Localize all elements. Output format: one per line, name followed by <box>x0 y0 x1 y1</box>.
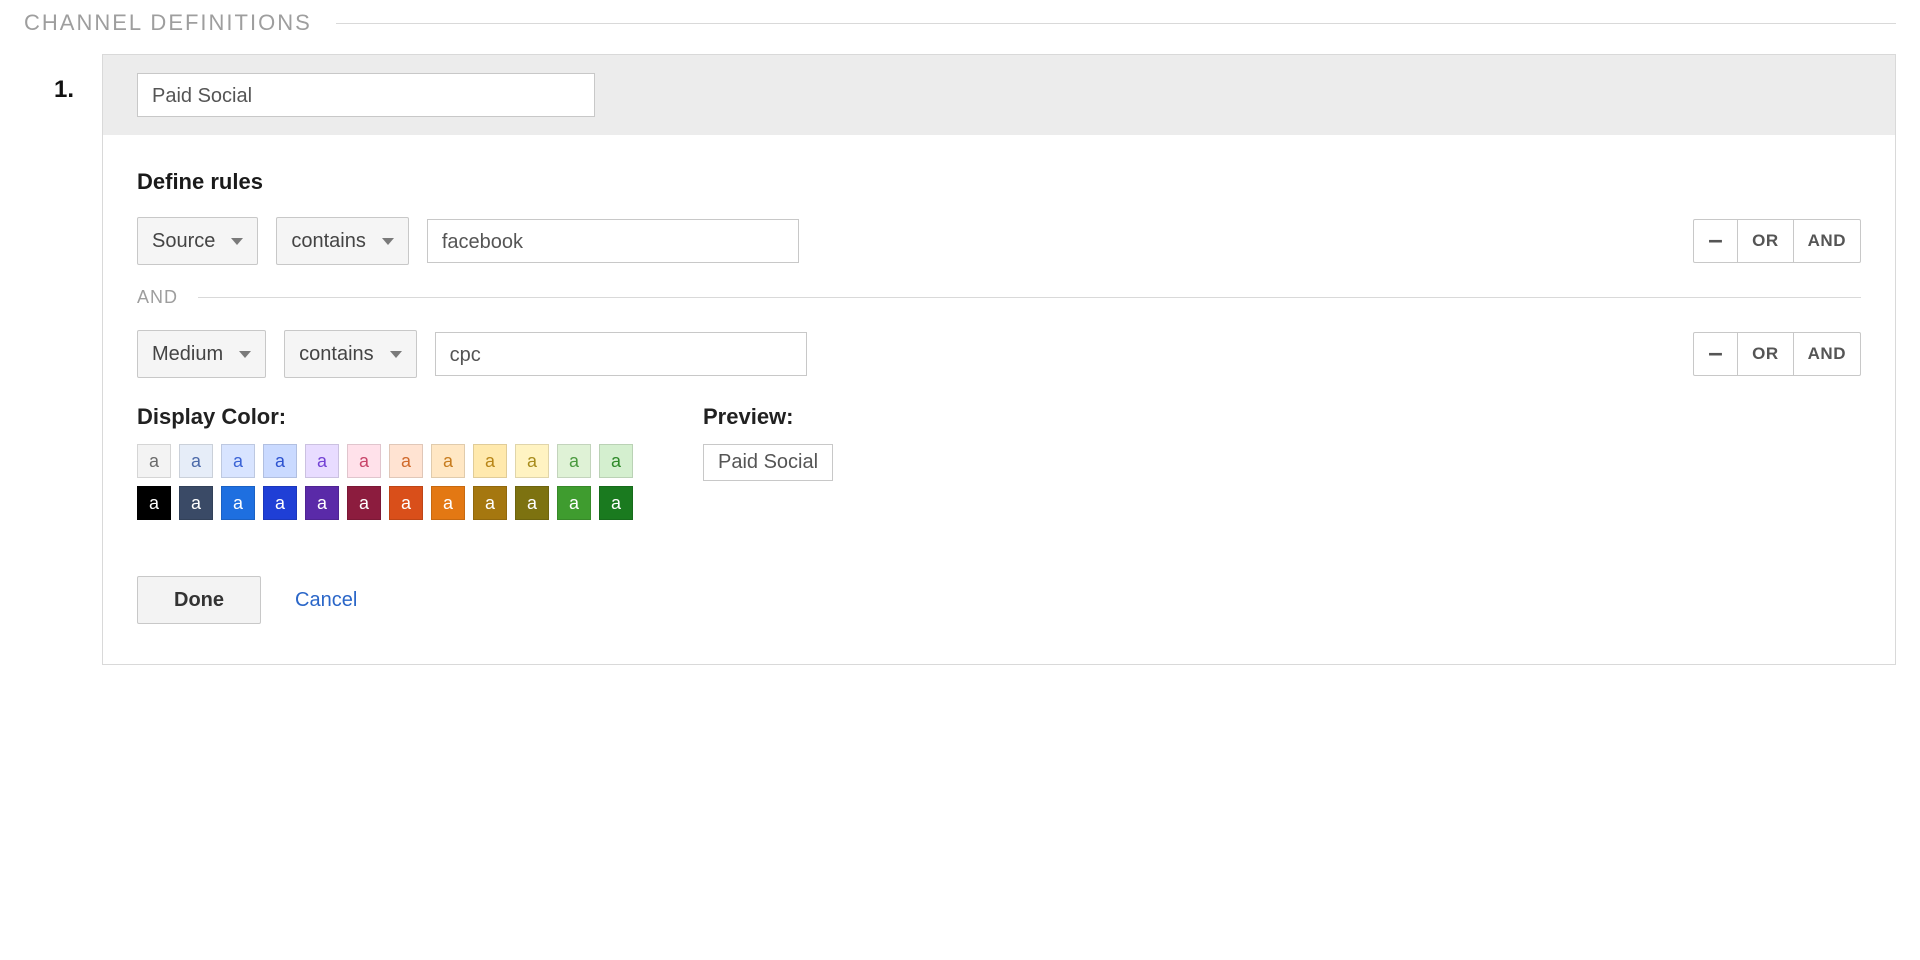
color-swatch[interactable]: a <box>431 486 465 520</box>
channel-name-input[interactable]: Paid Social <box>137 73 595 117</box>
color-swatch[interactable]: a <box>137 486 171 520</box>
preview-chip: Paid Social <box>703 444 833 481</box>
rule-button-group: – OR AND <box>1693 219 1861 263</box>
panel-footer: Done Cancel <box>137 576 1861 624</box>
color-swatch[interactable]: a <box>347 486 381 520</box>
rule-row: Medium contains cpc – OR AND <box>137 330 1861 378</box>
color-swatch[interactable]: a <box>179 486 213 520</box>
color-swatch[interactable]: a <box>431 444 465 478</box>
rule-button-group: – OR AND <box>1693 332 1861 376</box>
channel-panel: Paid Social Define rules Source contains… <box>102 54 1896 665</box>
rule-joiner: AND <box>137 287 1861 308</box>
joiner-label: AND <box>137 287 178 308</box>
and-button[interactable]: AND <box>1793 220 1860 262</box>
color-swatch[interactable]: a <box>263 444 297 478</box>
color-swatch[interactable]: a <box>221 486 255 520</box>
color-swatch[interactable]: a <box>305 486 339 520</box>
color-swatch[interactable]: a <box>389 444 423 478</box>
dimension-label: Source <box>152 230 215 253</box>
cancel-link[interactable]: Cancel <box>295 589 357 612</box>
color-swatch[interactable]: a <box>599 486 633 520</box>
color-swatch[interactable]: a <box>221 444 255 478</box>
chevron-down-icon <box>239 351 251 358</box>
rule-row: Source contains facebook – OR AND <box>137 217 1861 265</box>
color-swatch[interactable]: a <box>179 444 213 478</box>
preview-section: Preview: Paid Social <box>703 404 833 528</box>
swatch-row-light: aaaaaaaaaaaa <box>137 444 633 478</box>
define-rules-heading: Define rules <box>137 169 1861 195</box>
operator-label: contains <box>299 343 374 366</box>
chevron-down-icon <box>390 351 402 358</box>
or-button[interactable]: OR <box>1737 220 1793 262</box>
done-button[interactable]: Done <box>137 576 261 624</box>
section-title: CHANNEL DEFINITIONS <box>24 10 312 36</box>
color-swatch[interactable]: a <box>347 444 381 478</box>
or-button[interactable]: OR <box>1737 333 1793 375</box>
operator-select[interactable]: contains <box>284 330 417 378</box>
remove-rule-button[interactable]: – <box>1694 220 1737 262</box>
color-swatch[interactable]: a <box>263 486 297 520</box>
color-swatch[interactable]: a <box>473 486 507 520</box>
operator-select[interactable]: contains <box>276 217 409 265</box>
swatch-row-dark: aaaaaaaaaaaa <box>137 486 633 520</box>
color-swatch[interactable]: a <box>515 486 549 520</box>
remove-rule-button[interactable]: – <box>1694 333 1737 375</box>
color-swatch[interactable]: a <box>389 486 423 520</box>
panel-header: Paid Social <box>103 55 1895 135</box>
color-swatch[interactable]: a <box>557 444 591 478</box>
panel-body: Define rules Source contains facebook – <box>103 135 1895 664</box>
color-swatch[interactable]: a <box>515 444 549 478</box>
chevron-down-icon <box>231 238 243 245</box>
display-color-title: Display Color: <box>137 404 633 430</box>
dimension-label: Medium <box>152 343 223 366</box>
color-swatch[interactable]: a <box>557 486 591 520</box>
display-color-section: Display Color: aaaaaaaaaaaa aaaaaaaaaaaa <box>137 404 633 528</box>
dimension-select[interactable]: Source <box>137 217 258 265</box>
joiner-divider <box>198 297 1861 298</box>
color-swatch[interactable]: a <box>305 444 339 478</box>
value-input[interactable]: cpc <box>435 332 807 376</box>
preview-title: Preview: <box>703 404 833 430</box>
color-swatch[interactable]: a <box>473 444 507 478</box>
color-swatch[interactable]: a <box>599 444 633 478</box>
chevron-down-icon <box>382 238 394 245</box>
dimension-select[interactable]: Medium <box>137 330 266 378</box>
color-swatch[interactable]: a <box>137 444 171 478</box>
value-input[interactable]: facebook <box>427 219 799 263</box>
and-button[interactable]: AND <box>1793 333 1860 375</box>
operator-label: contains <box>291 230 366 253</box>
section-header: CHANNEL DEFINITIONS <box>24 10 1896 36</box>
row-number: 1. <box>24 54 74 104</box>
section-divider <box>336 23 1896 24</box>
